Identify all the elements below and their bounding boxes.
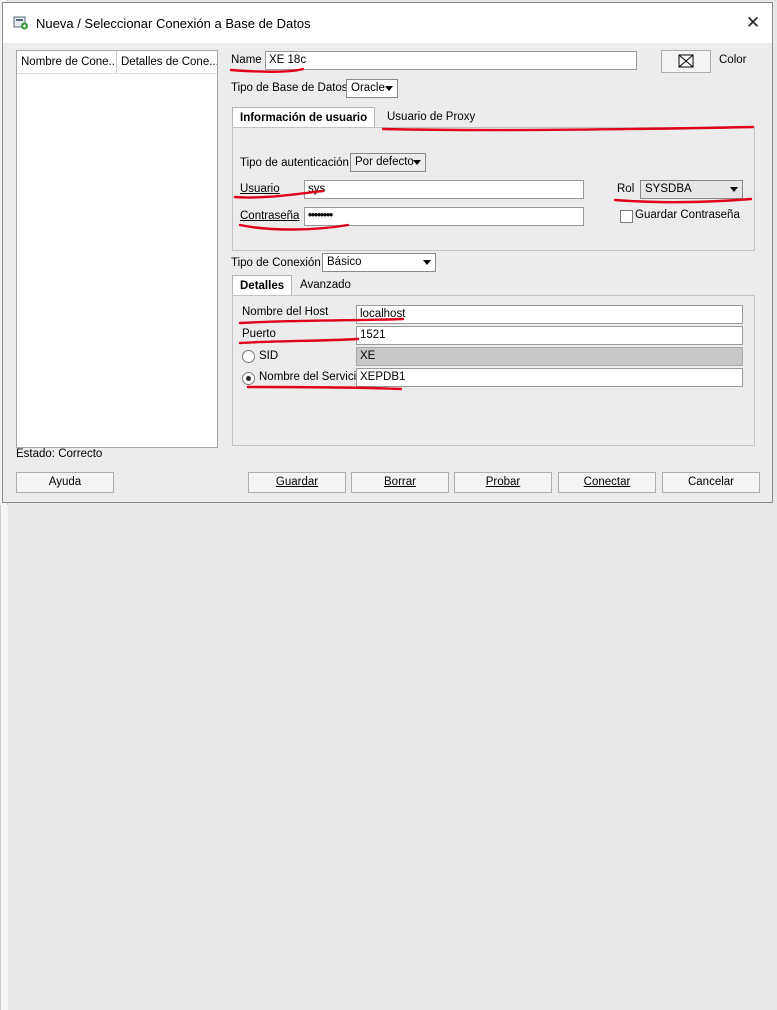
color-swatch-icon xyxy=(678,54,694,68)
port-label: Puerto xyxy=(242,328,276,340)
tab-user-info[interactable]: Información de usuario xyxy=(232,107,376,128)
connection-type-label: Tipo de Conexión xyxy=(231,257,321,269)
dialog-title: Nueva / Seleccionar Conexión a Base de D… xyxy=(36,16,311,31)
status-text: Estado: Correcto xyxy=(16,448,103,460)
db-type-value: Oracle xyxy=(351,82,385,94)
database-connection-icon xyxy=(13,16,28,30)
role-select[interactable]: SYSDBA xyxy=(640,180,743,199)
chevron-down-icon xyxy=(423,260,431,265)
title-bar: Nueva / Seleccionar Conexión a Base de D… xyxy=(3,3,772,43)
role-value: SYSDBA xyxy=(645,183,692,195)
auth-type-select[interactable]: Por defecto xyxy=(350,153,426,172)
clear-button-label: Borrar xyxy=(384,476,416,488)
save-button-label: Guardar xyxy=(275,476,319,488)
username-input[interactable]: sys xyxy=(304,180,584,199)
sid-input[interactable]: XE xyxy=(356,347,743,366)
tab-advanced[interactable]: Avanzado xyxy=(293,275,358,296)
password-input[interactable]: •••••••• xyxy=(304,207,584,226)
tab-proxy-user[interactable]: Usuario de Proxy xyxy=(380,107,482,128)
port-input[interactable]: 1521 xyxy=(356,326,743,345)
color-label: Color xyxy=(719,54,747,66)
host-input[interactable]: localhost xyxy=(356,305,743,324)
header-divider xyxy=(17,73,217,74)
connect-button[interactable]: Conectar xyxy=(558,472,656,493)
sid-radio[interactable] xyxy=(242,350,255,363)
chevron-down-icon xyxy=(385,86,393,91)
auth-type-label: Tipo de autenticación xyxy=(240,157,349,169)
username-label: Usuario xyxy=(240,183,280,195)
close-button[interactable]: ✕ xyxy=(742,13,764,33)
service-name-radio[interactable] xyxy=(242,372,255,385)
connection-list[interactable]: Nombre de Cone... Detalles de Cone... xyxy=(16,50,218,448)
name-label: Name xyxy=(231,54,262,66)
auth-type-value: Por defecto xyxy=(355,156,414,168)
password-label: Contraseña xyxy=(240,210,300,222)
name-input[interactable]: XE 18c xyxy=(265,51,637,70)
cancel-button-label: Cancelar xyxy=(687,476,735,488)
help-button[interactable]: Ayuda xyxy=(16,472,114,493)
column-header-details[interactable]: Detalles de Cone... xyxy=(117,51,217,73)
tab-details[interactable]: Detalles xyxy=(232,275,293,296)
db-type-select[interactable]: Oracle xyxy=(346,79,398,98)
column-header-name[interactable]: Nombre de Cone... xyxy=(17,51,117,73)
sid-label: SID xyxy=(259,350,279,362)
connection-dialog: Nueva / Seleccionar Conexión a Base de D… xyxy=(2,2,773,503)
service-name-input[interactable]: XEPDB1 xyxy=(356,368,743,387)
service-name-label: Nombre del Servicio xyxy=(259,371,363,383)
save-password-checkbox[interactable] xyxy=(620,210,633,223)
chevron-down-icon xyxy=(413,160,421,165)
connection-type-select[interactable]: Básico xyxy=(322,253,436,272)
save-button[interactable]: Guardar xyxy=(248,472,346,493)
connect-button-label: Conectar xyxy=(583,476,631,488)
help-button-label: Ayuda xyxy=(48,476,82,488)
color-picker-button[interactable] xyxy=(661,50,711,73)
test-button[interactable]: Probar xyxy=(454,472,552,493)
save-password-label: Guardar Contraseña xyxy=(635,209,740,221)
test-button-label: Probar xyxy=(485,476,521,488)
db-type-label: Tipo de Base de Datos xyxy=(231,82,348,94)
role-label: Rol xyxy=(617,183,635,195)
cancel-button[interactable]: Cancelar xyxy=(662,472,760,493)
clear-button[interactable]: Borrar xyxy=(351,472,449,493)
background-app-right-edge xyxy=(0,505,8,1010)
host-label: Nombre del Host xyxy=(242,306,329,318)
connection-type-value: Básico xyxy=(327,256,362,268)
chevron-down-icon xyxy=(730,187,738,192)
